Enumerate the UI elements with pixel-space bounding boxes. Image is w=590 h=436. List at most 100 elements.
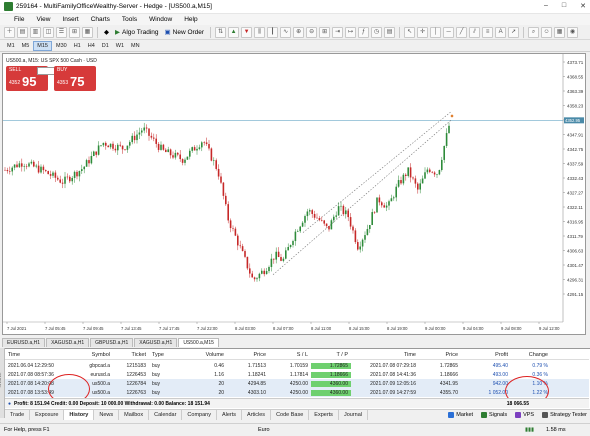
menu-insert[interactable]: Insert — [56, 16, 84, 23]
chart-tab[interactable]: US500.a,M15 — [178, 338, 219, 347]
account-icon[interactable]: ☺ — [541, 26, 553, 38]
navigator-icon[interactable]: ☰ — [56, 26, 67, 38]
new-chart-icon[interactable]: ＋ — [4, 26, 15, 38]
line-chart-icon[interactable]: ∿ — [280, 26, 292, 38]
signals-icon[interactable]: ◉ — [567, 26, 579, 38]
tab-history[interactable]: History — [64, 409, 95, 420]
table-row[interactable]: 2021.07.08 14:20:08 us500.a 1226784 buy 20 42… — [5, 379, 589, 388]
tab-code-base[interactable]: Code Base — [271, 409, 310, 420]
column-header[interactable]: Price — [227, 350, 269, 359]
calendar-icon[interactable]: ▦ — [554, 26, 566, 38]
column-header[interactable]: T / P — [311, 350, 351, 359]
periods-icon[interactable]: ◷ — [371, 26, 383, 38]
search-icon[interactable]: ⌕ — [528, 26, 540, 38]
vertical-line-icon[interactable]: │ — [430, 26, 442, 38]
fibonacci-icon[interactable]: ≡ — [482, 26, 494, 38]
menu-window[interactable]: Window — [143, 16, 178, 23]
timeframe-m30[interactable]: M30 — [53, 42, 70, 50]
tab-news[interactable]: News — [94, 409, 120, 420]
sell-icon[interactable]: ▼ — [241, 26, 253, 38]
channel-icon[interactable]: ⫽ — [469, 26, 481, 38]
timeframe-d1[interactable]: D1 — [99, 42, 112, 50]
crosshair-icon[interactable]: ✛ — [417, 26, 429, 38]
profiles-icon[interactable]: ▥ — [30, 26, 41, 38]
timeframe-m5[interactable]: M5 — [19, 42, 33, 50]
horizontal-line-icon[interactable]: ─ — [443, 26, 455, 38]
tab-alerts[interactable]: Alerts — [217, 409, 243, 420]
menu-charts[interactable]: Charts — [85, 16, 116, 23]
cursor-icon[interactable]: ↖ — [404, 26, 416, 38]
column-header[interactable]: Change — [511, 350, 551, 359]
buy-button[interactable]: BUY 4353 75 — [54, 66, 96, 91]
market-button[interactable]: Market — [448, 411, 473, 418]
tile-windows-icon[interactable]: ⊞ — [319, 26, 331, 38]
column-header[interactable]: Type — [149, 350, 187, 359]
column-header[interactable]: Price — [419, 350, 461, 359]
data-window-icon[interactable]: ⊞ — [69, 26, 80, 38]
tab-calendar[interactable]: Calendar — [149, 409, 183, 420]
column-header[interactable]: Volume — [187, 350, 227, 359]
buy-icon[interactable]: ▲ — [228, 26, 240, 38]
strategy-tester-button[interactable]: Strategy Tester — [542, 411, 587, 418]
indicators-icon[interactable]: ƒ — [358, 26, 370, 38]
ide-icon[interactable]: ◆ — [101, 27, 112, 38]
bottom-tabs: Trade Exposure History News Mailbox Calendar C… — [5, 409, 590, 420]
table-row[interactable]: 2021.07.08 08:57:36 eurusd.a 1226453 buy 1.1… — [5, 370, 589, 379]
candlestick-icon[interactable]: ┃ — [267, 26, 279, 38]
menu-view[interactable]: View — [30, 16, 56, 23]
table-row[interactable]: 2021.07.08 13:53:49 us500.a 1226763 buy 20 43… — [5, 388, 589, 397]
maximize-button[interactable]: □ — [562, 2, 566, 10]
timeframe-h1[interactable]: H1 — [71, 42, 84, 50]
column-header[interactable]: Ticket — [113, 350, 149, 359]
minimize-button[interactable]: – — [544, 2, 548, 10]
vps-button[interactable]: VPS — [515, 411, 534, 418]
table-cell: buy — [152, 371, 161, 378]
bar-chart-icon[interactable]: ⫼ — [254, 26, 266, 38]
menu-help[interactable]: Help — [178, 16, 203, 23]
chart-shift-icon[interactable]: ↦ — [345, 26, 357, 38]
table-row[interactable]: 2021.06.04 12:29:50 gbpcad.a 1215183 buy 0.4… — [5, 361, 589, 370]
tab-company[interactable]: Company — [182, 409, 217, 420]
new-order-button[interactable]: ▣ New Order — [162, 27, 208, 38]
tab-trade[interactable]: Trade — [5, 409, 31, 420]
autoscroll-icon[interactable]: ⇥ — [332, 26, 344, 38]
chart-tab[interactable]: EURUSD.a,H1 — [2, 338, 46, 347]
candle-body — [126, 145, 129, 150]
tab-articles[interactable]: Articles — [242, 409, 272, 420]
column-header[interactable]: S / L — [269, 350, 311, 359]
toolbox-icon[interactable]: ▦ — [82, 26, 93, 38]
table-cell: 1226763 — [126, 389, 146, 396]
trendline-icon[interactable]: ╱ — [456, 26, 468, 38]
arrows-icon[interactable]: ➚ — [508, 26, 520, 38]
candle-body — [69, 176, 71, 182]
algo-trading-button[interactable]: ▶ Algo Trading — [112, 27, 162, 38]
zoom-out-icon[interactable]: ⊖ — [306, 26, 318, 38]
tab-journal[interactable]: Journal — [339, 409, 368, 420]
signals-button[interactable]: Signals — [481, 411, 507, 418]
column-header[interactable]: Profit — [461, 350, 511, 359]
chart-canvas[interactable]: 4373.714368.554363.394358.234353.074347.… — [3, 54, 585, 334]
templates-icon[interactable]: ▤ — [384, 26, 396, 38]
timeframe-mn[interactable]: MN — [128, 42, 143, 50]
chart-tab[interactable]: XAGUSD.a,H1 — [134, 338, 178, 347]
column-header[interactable]: Symbol — [75, 350, 113, 359]
depth-of-market-icon[interactable]: ⇅ — [215, 26, 227, 38]
timeframe-w1[interactable]: W1 — [113, 42, 127, 50]
tab-exposure[interactable]: Exposure — [30, 409, 65, 420]
text-icon[interactable]: A — [495, 26, 507, 38]
chart-tab[interactable]: GBPUSD.a,H1 — [90, 338, 134, 347]
column-header[interactable]: Time — [5, 350, 75, 359]
chart-tab[interactable]: XAGUSD.a,H1 — [46, 338, 90, 347]
market-watch-icon[interactable]: ◫ — [43, 26, 54, 38]
column-header[interactable]: Time — [351, 350, 419, 359]
menu-tools[interactable]: Tools — [116, 16, 143, 23]
open-icon[interactable]: ▤ — [17, 26, 28, 38]
menu-file[interactable]: File — [0, 16, 30, 23]
close-button[interactable]: ✕ — [580, 2, 586, 10]
tab-mailbox[interactable]: Mailbox — [119, 409, 150, 420]
timeframe-m15[interactable]: M15 — [33, 40, 52, 51]
zoom-in-icon[interactable]: ⊕ — [293, 26, 305, 38]
timeframe-h4[interactable]: H4 — [85, 42, 98, 50]
tab-experts[interactable]: Experts — [309, 409, 339, 420]
timeframe-m1[interactable]: M1 — [4, 42, 18, 50]
